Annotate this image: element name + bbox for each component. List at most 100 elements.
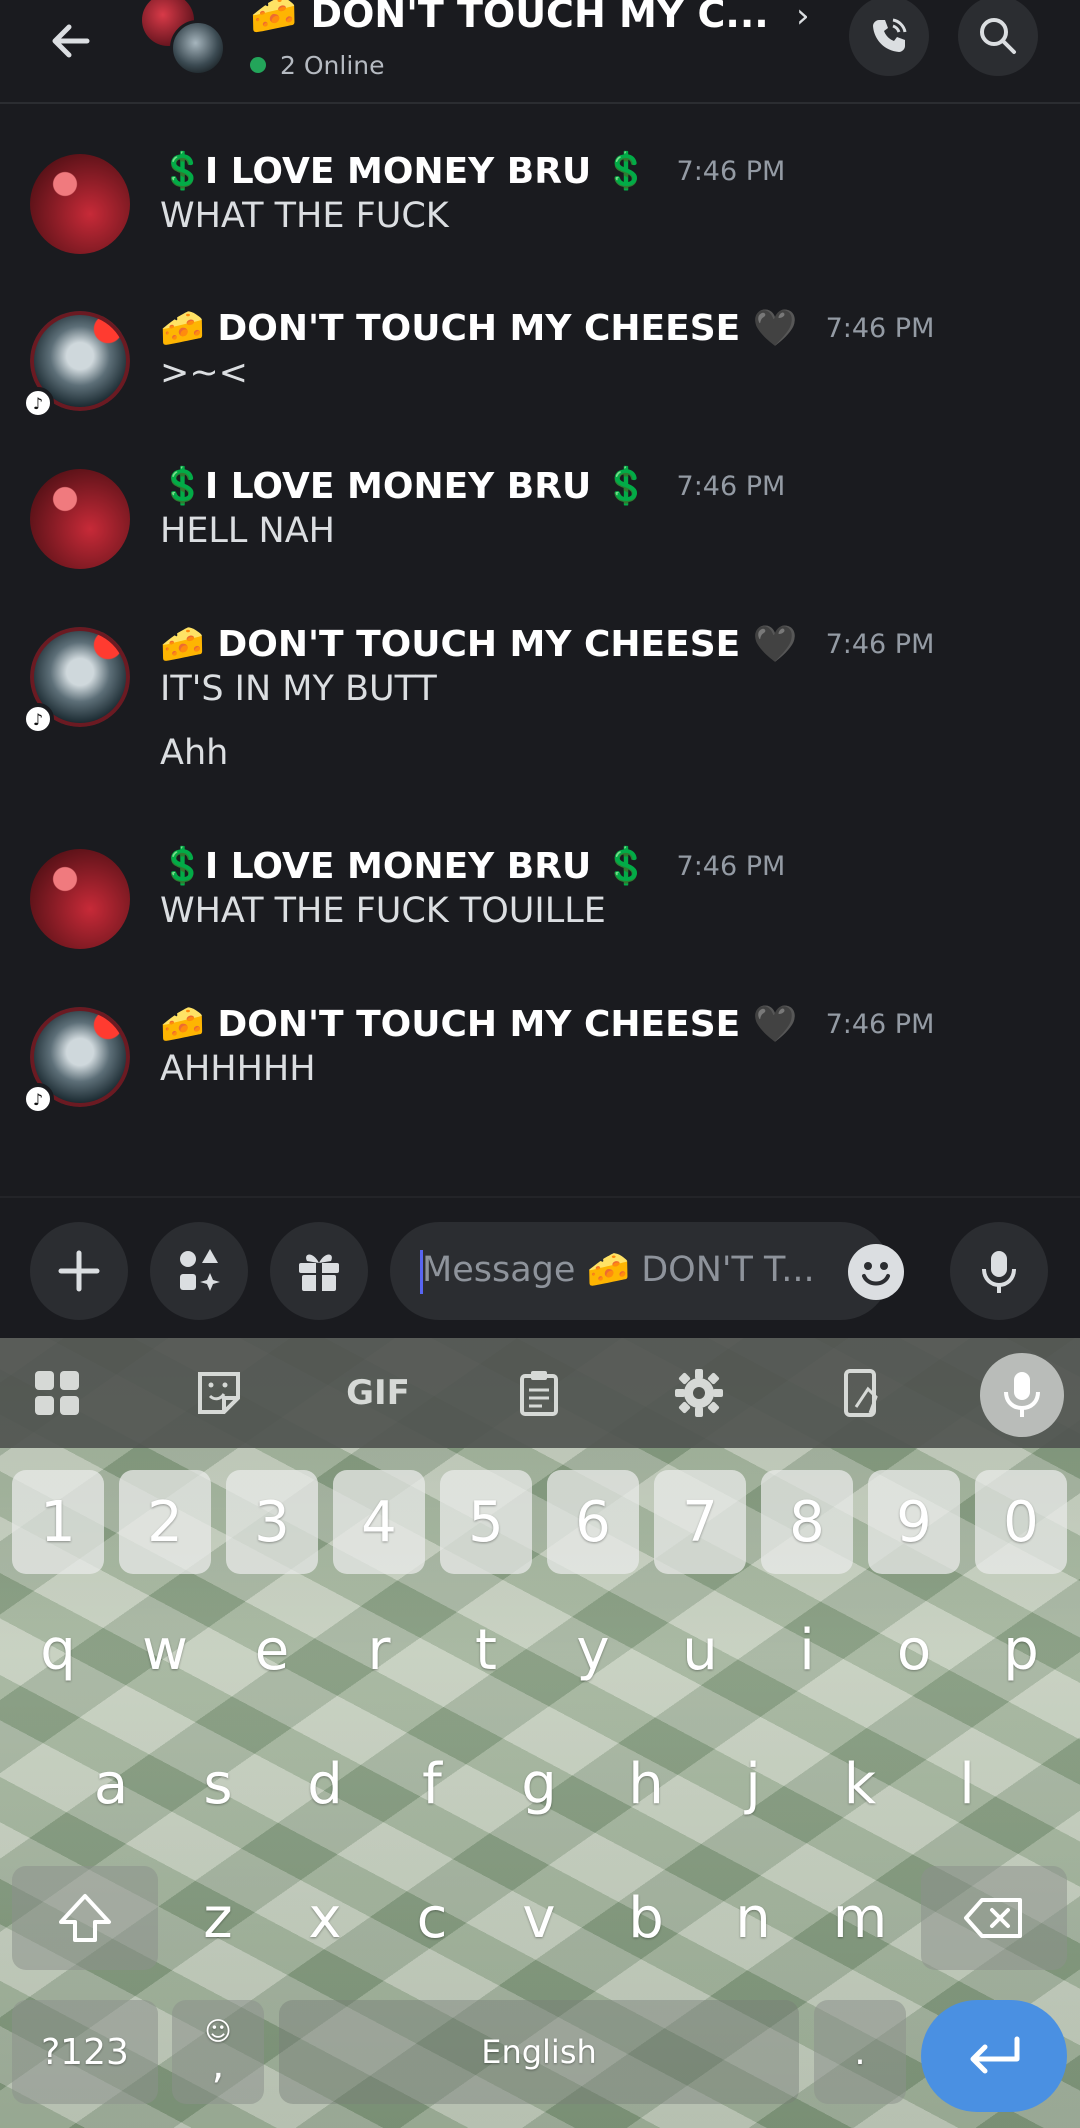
add-attachment-button[interactable] [30,1222,128,1320]
key-s[interactable]: s [172,1732,264,1836]
member-avatar [170,20,226,76]
user-avatar[interactable] [30,469,130,569]
key-c[interactable]: c [386,1866,478,1970]
key-e[interactable]: e [226,1598,318,1702]
gift-button[interactable] [270,1222,368,1320]
key-f[interactable]: f [386,1732,478,1836]
key-z[interactable]: z [172,1866,264,1970]
key-9[interactable]: 9 [868,1470,960,1574]
key-k[interactable]: k [814,1732,906,1836]
message-list[interactable]: 💲I LOVE MONEY BRU 💲 7:46 PM WHAT THE FUC… [0,106,1080,1196]
key-0[interactable]: 0 [975,1470,1067,1574]
username[interactable]: 💲I LOVE MONEY BRU 💲 [160,150,649,192]
period-key[interactable]: . [814,2000,906,2104]
enter-arrow-icon [970,2036,1020,2074]
sticker-button[interactable] [184,1358,254,1428]
user-avatar[interactable] [30,154,130,254]
user-avatar[interactable] [30,849,130,949]
username[interactable]: 🧀 DON'T TOUCH MY CHEESE 🖤 [160,1003,798,1045]
key-i[interactable]: i [761,1598,853,1702]
gif-button[interactable]: GIF [342,1358,414,1428]
username[interactable]: 💲I LOVE MONEY BRU 💲 [160,845,649,887]
channel-title: 🧀 DON'T TOUCH MY C... [250,0,769,36]
group-avatar[interactable] [138,0,228,78]
key-x[interactable]: x [279,1866,371,1970]
emoji-button[interactable] [848,1244,904,1300]
key-t[interactable]: t [440,1598,532,1702]
online-dot-icon [250,57,266,73]
comma-label: , [211,2042,225,2088]
channel-title-container[interactable]: 🧀 DON'T TOUCH MY C... [250,0,840,42]
call-button[interactable] [849,0,929,76]
message-text: WHAT THE FUCK TOUILLE [160,891,606,931]
backspace-key[interactable] [921,1866,1067,1970]
voice-input-button[interactable] [980,1353,1064,1437]
key-v[interactable]: v [493,1866,585,1970]
message-input[interactable]: Message 🧀 DON'T T... [390,1222,904,1320]
key-u[interactable]: u [654,1598,746,1702]
comma-emoji-key[interactable]: ☺ , [172,2000,264,2104]
key-y[interactable]: y [547,1598,639,1702]
key-7[interactable]: 7 [654,1470,746,1574]
search-button[interactable] [958,0,1038,76]
key-l[interactable]: l [921,1732,1013,1836]
clipboard-icon [520,1371,558,1416]
sticker-icon [198,1372,240,1414]
online-status: 2 Online [250,48,385,82]
back-button[interactable] [36,6,106,76]
key-p[interactable]: p [975,1598,1067,1702]
status-badge-icon: ♪ [22,703,54,735]
message-composer: Message 🧀 DON'T T... [0,1196,1080,1338]
apps-button[interactable] [150,1222,248,1320]
timestamp: 7:46 PM [825,1008,935,1040]
key-m[interactable]: m [814,1866,906,1970]
symbols-key[interactable]: ?123 [12,2000,158,2104]
microphone-icon [982,1251,1016,1293]
key-j[interactable]: j [707,1732,799,1836]
key-8[interactable]: 8 [761,1470,853,1574]
key-o[interactable]: o [868,1598,960,1702]
message-text: AHHHHH [160,1049,316,1089]
key-6[interactable]: 6 [547,1470,639,1574]
key-d[interactable]: d [279,1732,371,1836]
chat-header: 🧀 DON'T TOUCH MY C... › 2 Online [0,0,1080,104]
message-text: WHAT THE FUCK [160,196,449,236]
key-1[interactable]: 1 [12,1470,104,1574]
space-bar[interactable]: English [279,2000,799,2104]
shift-key[interactable] [12,1866,158,1970]
voice-message-button[interactable] [950,1222,1048,1320]
key-r[interactable]: r [333,1598,425,1702]
username[interactable]: 🧀 DON'T TOUCH MY CHEESE 🖤 [160,623,798,665]
clipboard-button[interactable] [504,1358,574,1428]
settings-button[interactable] [664,1358,734,1428]
username[interactable]: 💲I LOVE MONEY BRU 💲 [160,465,649,507]
message-text: >~< [160,353,248,393]
arrow-left-icon [52,24,90,58]
enter-key[interactable] [921,2000,1067,2112]
key-5[interactable]: 5 [440,1470,532,1574]
gift-icon [299,1254,339,1291]
key-2[interactable]: 2 [119,1470,211,1574]
sparkle-apps-icon [180,1249,220,1291]
key-h[interactable]: h [600,1732,692,1836]
key-4[interactable]: 4 [333,1470,425,1574]
message-text: IT'S IN MY BUTT [160,669,437,709]
key-a[interactable]: a [65,1732,157,1836]
status-badge-icon: ♪ [22,387,54,419]
gear-icon [675,1369,723,1417]
chevron-right-icon[interactable]: › [796,0,810,36]
plus-icon [58,1250,100,1292]
key-g[interactable]: g [493,1732,585,1836]
one-handed-mode-button[interactable] [826,1358,896,1428]
on-screen-keyboard: GIF 1 2 3 4 5 6 7 8 9 0 q w e r t y u i … [0,1338,1080,2128]
microphone-icon [1004,1372,1040,1417]
key-q[interactable]: q [12,1598,104,1702]
key-n[interactable]: n [707,1866,799,1970]
apps-grid-icon[interactable] [22,1358,92,1428]
timestamp: 7:46 PM [676,155,786,187]
key-b[interactable]: b [600,1866,692,1970]
key-3[interactable]: 3 [226,1470,318,1574]
username[interactable]: 🧀 DON'T TOUCH MY CHEESE 🖤 [160,307,798,349]
key-w[interactable]: w [119,1598,211,1702]
timestamp: 7:46 PM [676,470,786,502]
